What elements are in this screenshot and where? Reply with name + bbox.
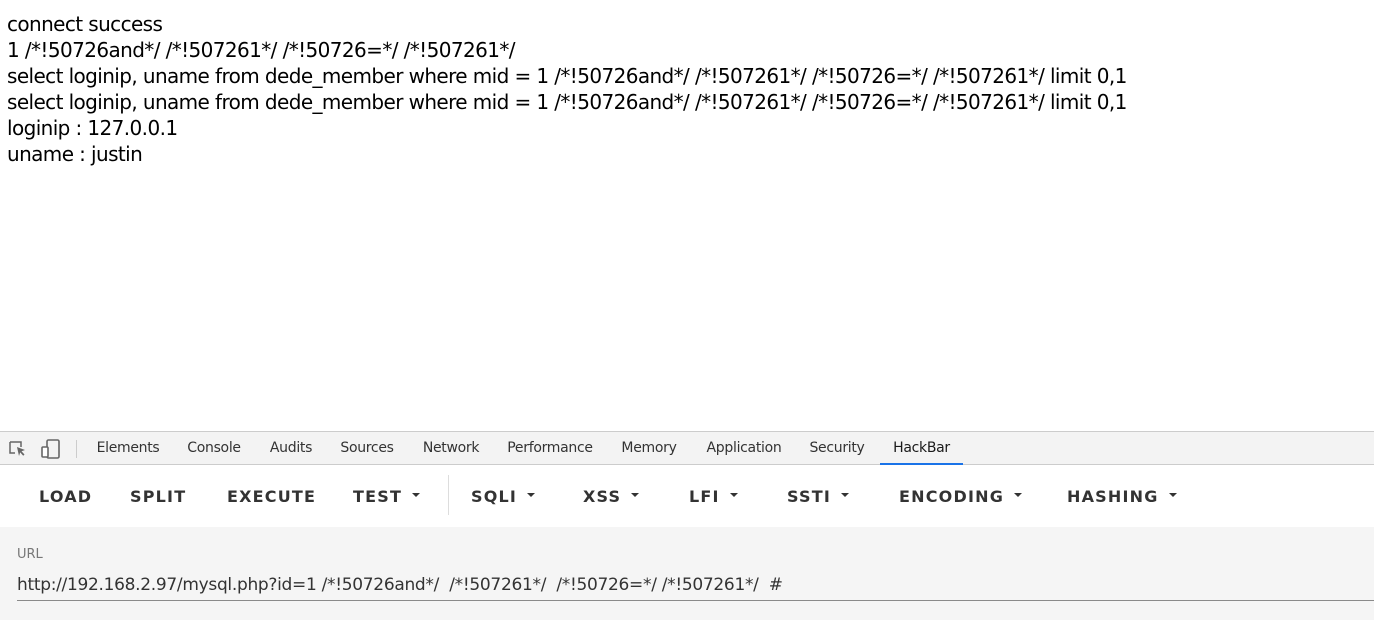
xss-dropdown-label: XSS — [583, 487, 622, 506]
xss-dropdown[interactable]: XSS — [583, 479, 640, 515]
chevron-down-icon — [729, 492, 738, 497]
encoding-dropdown-label: ENCODING — [899, 487, 1005, 506]
tab-security[interactable]: Security — [802, 432, 872, 464]
lfi-dropdown[interactable]: LFI — [689, 479, 738, 515]
lfi-dropdown-label: LFI — [689, 487, 720, 506]
tabbar-separator — [76, 440, 77, 458]
output-line: connect success — [7, 12, 163, 36]
tab-hackbar[interactable]: HackBar — [880, 432, 963, 464]
test-dropdown-label: TEST — [353, 487, 403, 506]
sqli-dropdown[interactable]: SQLI — [471, 479, 536, 515]
sqli-dropdown-label: SQLI — [471, 487, 518, 506]
load-button-label: LOAD — [39, 487, 93, 506]
test-dropdown[interactable]: TEST — [353, 479, 421, 515]
output-line: select loginip, uname from dede_member w… — [7, 64, 1127, 88]
hashing-dropdown[interactable]: HASHING — [1067, 479, 1177, 515]
output-line: uname : justin — [7, 142, 143, 166]
devtools-tabbar: Elements Console Audits Sources Network … — [0, 431, 1374, 466]
tab-sources[interactable]: Sources — [332, 432, 402, 464]
execute-button[interactable]: EXECUTE — [227, 479, 316, 515]
chevron-down-icon — [841, 492, 849, 497]
inspect-element-icon[interactable] — [8, 439, 28, 459]
chevron-down-icon — [527, 492, 536, 497]
tab-network[interactable]: Network — [414, 432, 488, 464]
load-button[interactable]: LOAD — [39, 479, 92, 515]
tab-console[interactable]: Console — [179, 432, 249, 464]
encoding-dropdown[interactable]: ENCODING — [899, 479, 1023, 515]
chevron-down-icon — [1168, 492, 1177, 497]
url-input[interactable] — [17, 570, 1374, 601]
url-panel: URL — [0, 527, 1374, 620]
chevron-down-icon — [1014, 492, 1023, 497]
tab-elements[interactable]: Elements — [88, 432, 168, 464]
hackbar-toolbar: LOAD SPLIT EXECUTE TEST SQLI XSS LFI SST… — [0, 465, 1374, 527]
devtools-panel: Elements Console Audits Sources Network … — [0, 431, 1374, 620]
hashing-dropdown-label: HASHING — [1067, 487, 1159, 506]
execute-button-label: EXECUTE — [227, 487, 317, 506]
page-output: connect success 1 /*!50726and*/ /*!50726… — [7, 11, 1367, 167]
output-line: loginip : 127.0.0.1 — [7, 116, 178, 140]
tab-audits[interactable]: Audits — [262, 432, 320, 464]
ssti-dropdown[interactable]: SSTI — [787, 479, 849, 515]
chevron-down-icon — [631, 492, 640, 497]
device-toolbar-icon[interactable] — [40, 439, 60, 459]
tab-memory[interactable]: Memory — [612, 432, 686, 464]
split-button[interactable]: SPLIT — [130, 479, 186, 515]
chevron-down-icon — [412, 492, 421, 497]
ssti-dropdown-label: SSTI — [787, 487, 831, 506]
tab-performance[interactable]: Performance — [500, 432, 600, 464]
url-label: URL — [17, 547, 43, 562]
output-line: 1 /*!50726and*/ /*!507261*/ /*!50726=*/ … — [7, 38, 515, 62]
tab-application[interactable]: Application — [698, 432, 790, 464]
output-line: select loginip, uname from dede_member w… — [7, 90, 1127, 114]
toolbar-divider — [448, 475, 449, 515]
split-button-label: SPLIT — [130, 487, 187, 506]
